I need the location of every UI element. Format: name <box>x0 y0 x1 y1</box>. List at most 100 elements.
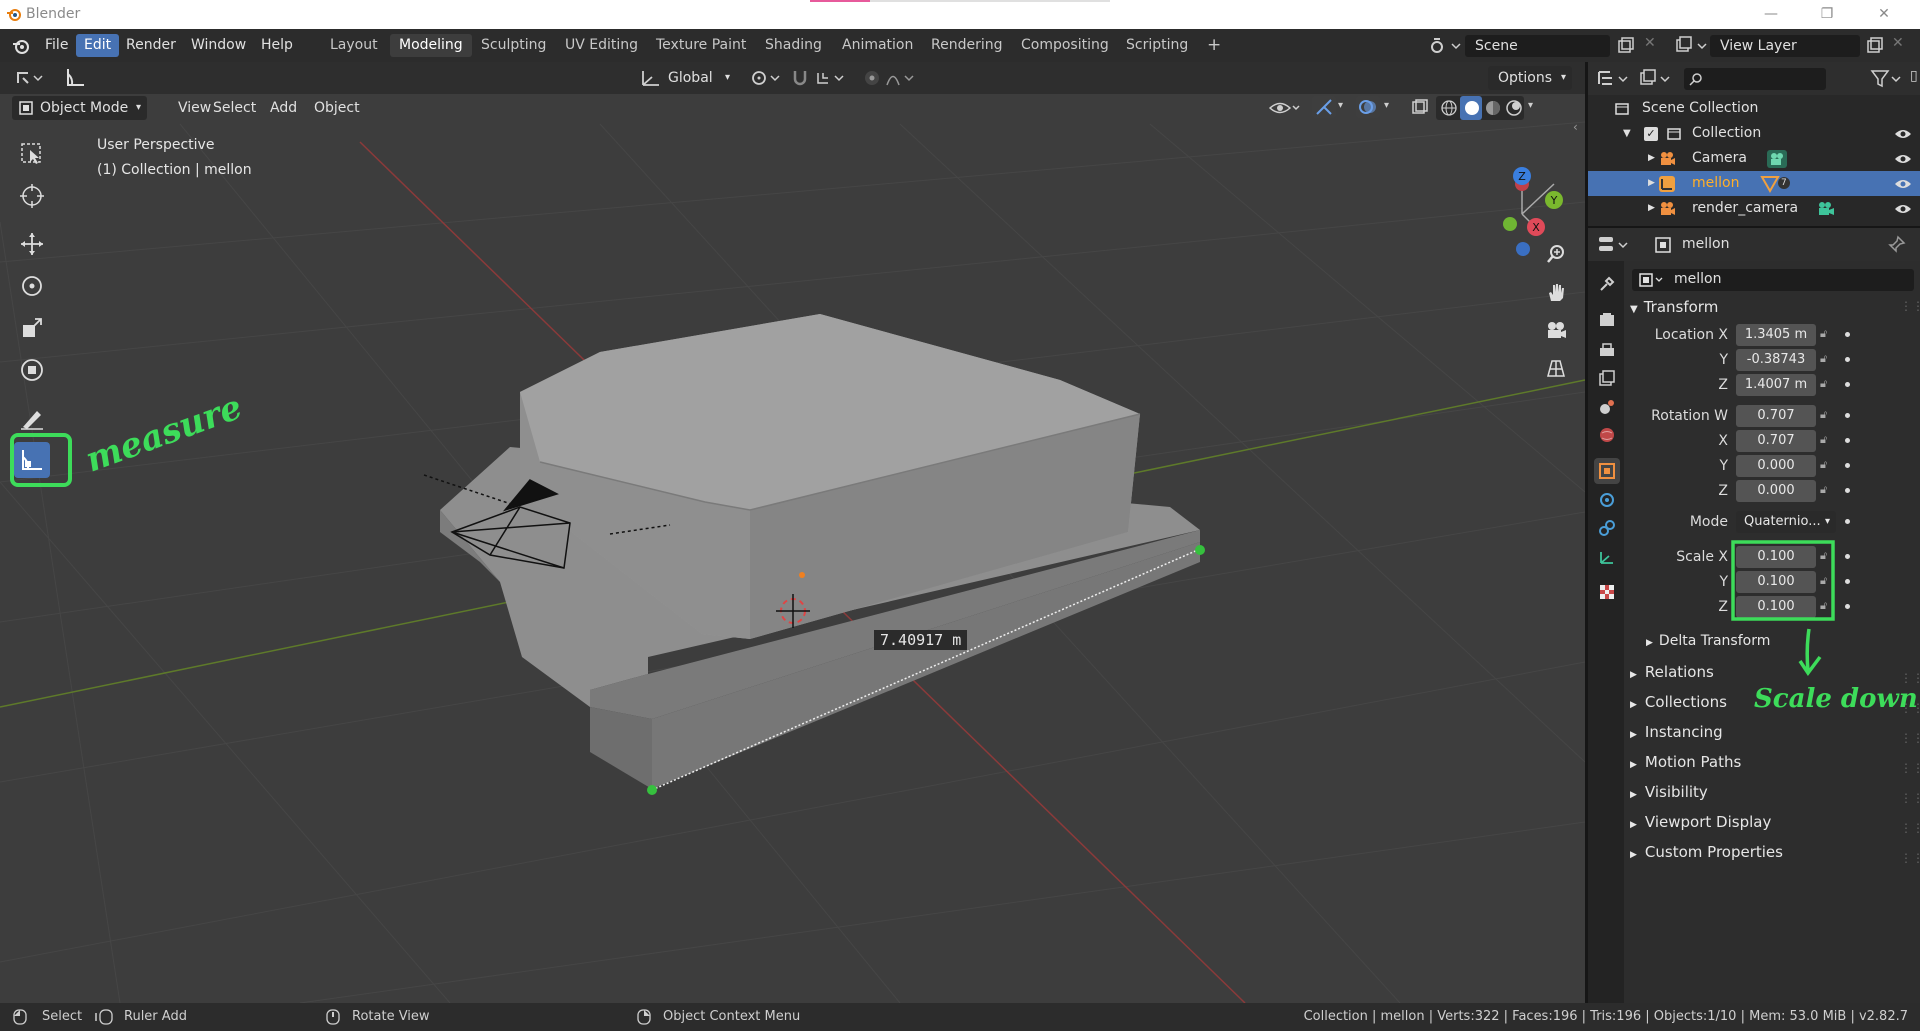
tab-animation[interactable]: Animation <box>833 34 922 57</box>
material-shading-icon[interactable] <box>1483 98 1503 118</box>
tab-object-data[interactable] <box>1594 544 1620 570</box>
eye-visibility-icon[interactable] <box>1894 177 1912 191</box>
relations-panel-header[interactable]: ▶ Relations <box>1630 663 1714 681</box>
expand-arrow-icon[interactable]: ▶ <box>1648 146 1655 171</box>
visibility-panel-header[interactable]: ▶ Visibility <box>1630 783 1708 801</box>
tab-rendering[interactable]: Rendering <box>922 34 1012 57</box>
transform-orientation-icon[interactable] <box>640 68 662 88</box>
collection-checkbox[interactable]: ✓ <box>1644 127 1658 141</box>
transform-orientation-dropdown[interactable]: Global ▾ <box>662 66 734 90</box>
outliner-row-mellon[interactable]: ▶ mellon 7 <box>1588 171 1920 196</box>
object-mode-dropdown[interactable]: Object Mode ▾ <box>12 96 147 120</box>
camera-view-button[interactable] <box>1539 313 1573 347</box>
rotation-x-field[interactable]: 0.707 <box>1736 430 1816 452</box>
editor-type-icon[interactable] <box>12 67 46 89</box>
tab-layout[interactable]: Layout <box>321 34 387 57</box>
zoom-view-button[interactable] <box>1539 237 1573 271</box>
close-button[interactable]: ✕ <box>1874 4 1894 24</box>
location-y-field[interactable]: -0.38743 <box>1736 349 1816 371</box>
menu-window[interactable]: Window <box>183 34 254 57</box>
outliner-row-scene-collection[interactable]: Scene Collection <box>1588 96 1920 121</box>
measure-tool[interactable] <box>14 442 50 478</box>
filter-icon[interactable] <box>1870 68 1904 90</box>
scale-x-field[interactable]: 0.100 <box>1736 546 1816 568</box>
delete-scene-icon[interactable]: ✕ <box>1644 35 1656 51</box>
tab-physics[interactable] <box>1594 487 1620 513</box>
overlays-toggle-icon[interactable] <box>1356 96 1380 118</box>
tab-modeling[interactable]: Modeling <box>390 34 472 57</box>
keyframe-dot-icon[interactable] <box>1845 438 1850 443</box>
sidebar-toggle-icon[interactable]: ‹ <box>1573 120 1578 134</box>
pan-view-button[interactable] <box>1539 275 1573 309</box>
cursor-tool[interactable] <box>14 178 50 214</box>
drag-handle-icon[interactable]: ⋮⋮ <box>1900 299 1920 313</box>
tab-uv-editing[interactable]: UV Editing <box>556 34 647 57</box>
drag-handles[interactable]: ⋮⋮ ⋮⋮ ⋮⋮ ⋮⋮ ⋮⋮ ⋮⋮ ⋮⋮ <box>1900 663 1920 873</box>
outliner-editor-icon[interactable] <box>1596 68 1630 90</box>
scale-tool[interactable] <box>14 310 50 346</box>
options-dropdown[interactable]: Options ▾ <box>1488 66 1572 90</box>
chevron-down-icon[interactable]: ▾ <box>1528 100 1533 111</box>
keyframe-dot-icon[interactable] <box>1845 579 1850 584</box>
tab-output[interactable] <box>1594 337 1620 363</box>
rotation-y-field[interactable]: 0.000 <box>1736 455 1816 477</box>
pin-icon[interactable] <box>1888 235 1906 253</box>
location-z-field[interactable]: 1.4007 m <box>1736 374 1816 396</box>
3d-viewport[interactable]: 7.40917 m Global ▾ Options ▾ Object Mode… <box>0 62 1585 1003</box>
transform-panel-header[interactable]: ▼ Transform <box>1630 298 1718 316</box>
minimize-button[interactable]: — <box>1761 4 1781 24</box>
new-view-layer-icon[interactable] <box>1866 37 1884 55</box>
tab-scripting[interactable]: Scripting <box>1117 34 1197 57</box>
outliner-search-input[interactable] <box>1684 68 1826 90</box>
rendered-shading-icon[interactable] <box>1504 98 1524 118</box>
eye-visibility-icon[interactable] <box>1894 202 1912 216</box>
gizmo-toggle-icon[interactable] <box>1312 96 1336 118</box>
scale-z-field[interactable]: 0.100 <box>1736 596 1816 618</box>
lock-icon[interactable]: 🔓︎ <box>1820 377 1827 391</box>
custom-properties-panel-header[interactable]: ▶ Custom Properties <box>1630 843 1783 861</box>
menu-add[interactable]: Add <box>262 96 305 120</box>
transform-tool[interactable] <box>14 352 50 388</box>
wireframe-shading-icon[interactable] <box>1439 98 1459 118</box>
lock-icon[interactable]: 🔓︎ <box>1820 408 1827 422</box>
instancing-panel-header[interactable]: ▶ Instancing <box>1630 723 1723 741</box>
menu-file[interactable]: File <box>37 34 76 57</box>
tab-constraints[interactable] <box>1594 515 1620 541</box>
maximize-button[interactable]: ❐ <box>1817 4 1837 24</box>
outliner-extra-icon[interactable]: ▯ <box>1910 68 1918 84</box>
collections-panel-header[interactable]: ▶ Collections <box>1630 693 1727 711</box>
tab-texture-paint[interactable]: Texture Paint <box>647 34 755 57</box>
tab-scene[interactable] <box>1594 394 1620 420</box>
keyframe-dot-icon[interactable] <box>1845 382 1850 387</box>
rotation-w-field[interactable]: 0.707 <box>1736 405 1816 427</box>
tab-tool[interactable] <box>1594 271 1620 297</box>
rotation-mode-dropdown[interactable]: Quaternio... ▾ <box>1736 511 1836 533</box>
scene-browse-icon[interactable] <box>1428 35 1462 57</box>
motion-paths-panel-header[interactable]: ▶ Motion Paths <box>1630 753 1741 771</box>
keyframe-dot-icon[interactable] <box>1845 488 1850 493</box>
scene-name-field[interactable]: Scene <box>1465 35 1610 57</box>
perspective-toggle-button[interactable] <box>1539 351 1573 385</box>
keyframe-dot-icon[interactable] <box>1845 463 1850 468</box>
lock-icon[interactable]: 🔓︎ <box>1820 352 1827 366</box>
menu-object[interactable]: Object <box>306 96 368 120</box>
properties-editor-icon[interactable] <box>1596 234 1630 256</box>
display-mode-icon[interactable] <box>1638 68 1672 90</box>
lock-icon[interactable]: 🔓︎ <box>1820 483 1827 497</box>
tab-compositing[interactable]: Compositing <box>1012 34 1118 57</box>
annotate-tool[interactable] <box>14 400 50 436</box>
rotate-tool[interactable] <box>14 268 50 304</box>
keyframe-dot-icon[interactable] <box>1845 554 1850 559</box>
object-name-field[interactable]: mellon <box>1632 269 1914 291</box>
delta-transform-header[interactable]: ▶ Delta Transform <box>1646 633 1770 649</box>
lock-icon[interactable]: 🔓︎ <box>1820 549 1827 563</box>
camera-data-icon[interactable] <box>1816 201 1836 217</box>
outliner-row-render-camera[interactable]: ▶ render_camera <box>1588 196 1920 221</box>
keyframe-dot-icon[interactable] <box>1845 332 1850 337</box>
keyframe-dot-icon[interactable] <box>1845 604 1850 609</box>
lock-icon[interactable]: 🔓︎ <box>1820 433 1827 447</box>
solid-shading-button[interactable] <box>1460 96 1482 120</box>
camera-data-icon[interactable] <box>1766 149 1788 169</box>
viewport-display-panel-header[interactable]: ▶ Viewport Display <box>1630 813 1771 831</box>
keyframe-dot-icon[interactable] <box>1845 357 1850 362</box>
